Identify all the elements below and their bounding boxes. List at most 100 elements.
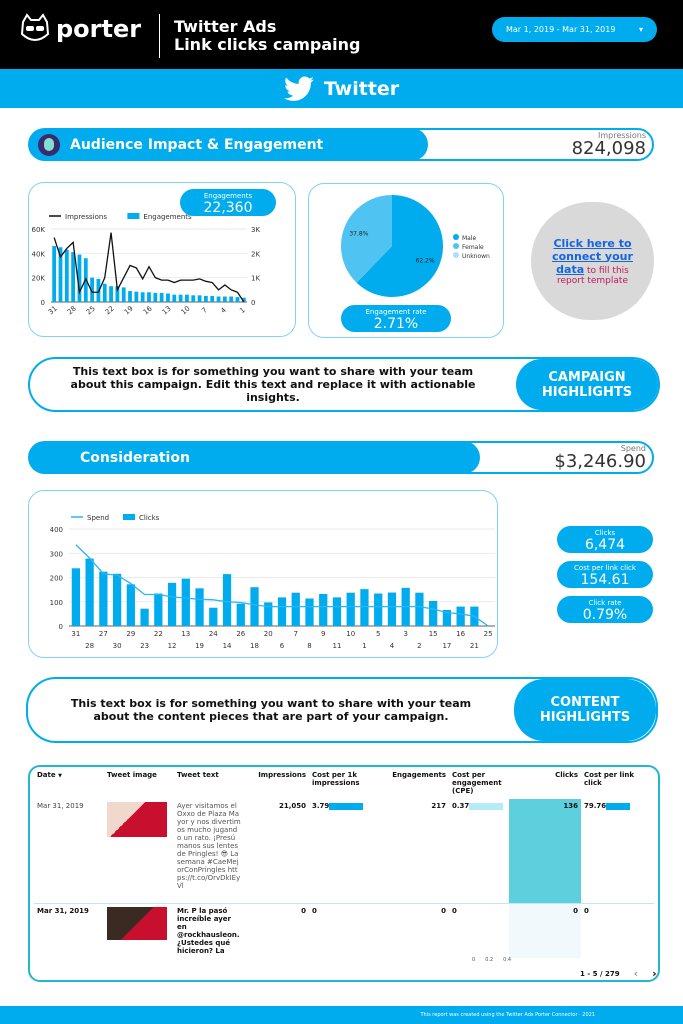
- y-left-tick: 60K: [32, 226, 46, 234]
- x-tick: 13: [181, 630, 190, 638]
- legend-swatch: [127, 213, 140, 219]
- bar-engagements: [166, 293, 170, 302]
- y-right-tick: 1K: [251, 275, 260, 283]
- cell-clicks: 136: [509, 799, 581, 903]
- x-tick: 25: [484, 630, 493, 638]
- bar-engagements: [64, 249, 69, 302]
- x-tick: 28: [66, 305, 78, 317]
- x-tick: 9: [321, 630, 325, 638]
- y-left-tick: 20K: [32, 275, 46, 283]
- bar-clicks: [112, 573, 122, 626]
- x-tick: 7: [294, 630, 298, 638]
- x-tick: 15: [429, 630, 438, 638]
- tweets-table: Date ▼ Tweet image Tweet text Impression…: [34, 767, 654, 958]
- bar-engagements: [52, 246, 57, 302]
- campaign-note[interactable]: This text box is for something you want …: [30, 365, 516, 404]
- y-right-tick: 3K: [251, 226, 260, 234]
- cell-engagements: 0: [441, 906, 446, 915]
- campaign-text-box: This text box is for something you want …: [28, 357, 660, 412]
- divider: [159, 14, 160, 58]
- logo-text: porter: [56, 15, 142, 43]
- bar-clicks: [167, 582, 177, 626]
- x-tick: 10: [180, 305, 192, 317]
- campaign-highlights-button[interactable]: CAMPAIGN HIGHLIGHTS: [516, 359, 658, 410]
- cell-cplc: 79.76: [581, 799, 654, 903]
- bar-clicks: [277, 597, 287, 626]
- section-title: Consideration: [80, 449, 190, 466]
- table-row[interactable]: Mar 31, 2019 Ayer visitamos el Oxxo de P…: [34, 799, 654, 903]
- bar-clicks: [209, 607, 218, 626]
- tweets-table-card: Date ▼ Tweet image Tweet text Impression…: [28, 765, 660, 982]
- bar-clicks: [360, 589, 369, 626]
- cell-clicks: 0: [509, 903, 581, 958]
- x-tick: 16: [142, 304, 154, 316]
- column-header-text[interactable]: Tweet text: [174, 767, 244, 799]
- date-range-picker[interactable]: Mar 1, 2019 - Mar 31, 2019 ▾: [492, 17, 657, 42]
- x-tick: 31: [71, 630, 80, 638]
- connect-data-circle: Click here to connect your data to fill …: [531, 202, 654, 320]
- slice-label: 62.2%: [416, 257, 435, 264]
- bar-clicks: [181, 578, 190, 626]
- spend-clicks-chart: 0100200300400020040060031282730292322121…: [50, 514, 512, 650]
- consideration-kpis: Clicks 6,474 Cost per link click 154.61 Cl…: [557, 526, 653, 623]
- legend-label: Male: [462, 235, 477, 242]
- y-left-tick: 300: [50, 550, 63, 558]
- x-tick: 16: [456, 630, 465, 638]
- kpi-label: Engagements: [203, 192, 253, 200]
- sort-down-icon: ▼: [58, 773, 62, 779]
- x-tick: 21: [470, 642, 479, 650]
- bar-clicks: [71, 568, 80, 626]
- x-tick: 8: [307, 642, 311, 650]
- band-title: Twitter: [323, 77, 400, 100]
- bar-engagements: [140, 292, 145, 302]
- header-label: Date: [37, 771, 56, 779]
- prev-page-icon[interactable]: ‹: [634, 967, 639, 980]
- column-header-cpm[interactable]: Cost per 1k impressions: [309, 767, 379, 799]
- twitter-band: Twitter: [0, 69, 683, 108]
- y-left-tick: 0: [41, 299, 45, 307]
- bar-engagements: [185, 294, 189, 302]
- legend-label: Clicks: [139, 514, 160, 522]
- bar-clicks: [195, 588, 204, 626]
- column-header-cpe[interactable]: Cost per engagement (CPE): [449, 767, 509, 799]
- section-title: Audience Impact & Engagement: [70, 136, 324, 153]
- cell-impressions: 21,050: [278, 802, 306, 810]
- x-tick: 13: [161, 305, 173, 317]
- kpi-value: 0.79%: [582, 607, 628, 623]
- x-tick: 2: [417, 642, 421, 650]
- bar-clicks: [332, 597, 342, 626]
- bar-engagements: [235, 297, 240, 302]
- x-tick: 24: [209, 630, 218, 638]
- footer: This report was created using the Twitte…: [0, 1006, 683, 1024]
- content-highlights-button[interactable]: CONTENT HIGHLIGHTS: [514, 679, 656, 741]
- bar-clicks: [140, 608, 149, 626]
- bar-engagements: [134, 291, 139, 302]
- bar-engagements: [216, 296, 221, 302]
- x-tick: 10: [346, 630, 355, 638]
- cell-tweet-text: Ayer visitamos el Oxxo de Plaza Mayor y …: [177, 802, 241, 890]
- legend-dot: [453, 243, 459, 249]
- bar-engagements: [128, 291, 132, 302]
- column-header-clicks[interactable]: Clicks: [509, 767, 581, 799]
- x-tick: 28: [85, 642, 94, 650]
- column-header-impressions[interactable]: Impressions: [244, 767, 309, 799]
- bar-clicks: [154, 593, 163, 626]
- section-header-consideration: Consideration: [28, 441, 480, 474]
- column-header-date[interactable]: Date ▼: [34, 767, 104, 799]
- legend-label: Female: [462, 244, 484, 251]
- chevron-down-icon: ▾: [638, 25, 643, 34]
- next-page-icon[interactable]: ›: [652, 967, 657, 980]
- y-right-tick: 2K: [251, 250, 260, 258]
- axis-tick: 0: [472, 957, 476, 963]
- bar-clicks: [387, 592, 397, 626]
- column-header-cplc[interactable]: Cost per link click: [581, 767, 654, 799]
- cost-per-link-click-kpi: Cost per link click 154.61: [557, 561, 653, 588]
- cell-cpm: 0: [312, 906, 317, 915]
- column-header-engagements[interactable]: Engagements: [379, 767, 449, 799]
- column-header-image[interactable]: Tweet image: [104, 767, 174, 799]
- cell-cpe: 0.37: [449, 799, 509, 903]
- bar-engagements: [172, 294, 177, 302]
- bar-clicks: [305, 598, 314, 626]
- content-note[interactable]: This text box is for something you want …: [28, 697, 514, 723]
- table-row[interactable]: Mar 31, 2019 Mr. P la pasó increíble aye…: [34, 903, 654, 958]
